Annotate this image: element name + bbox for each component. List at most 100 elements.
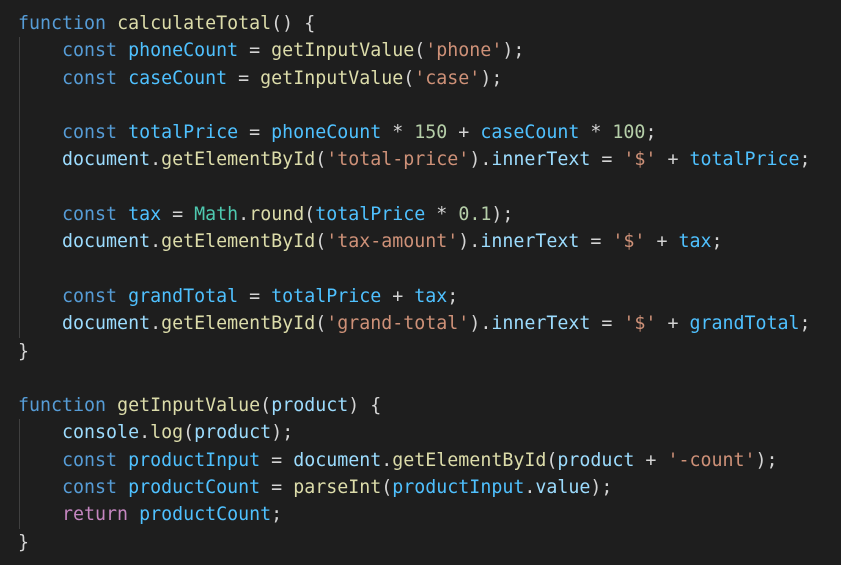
code-token: const <box>62 40 118 62</box>
code-token: () { <box>271 13 316 34</box>
code-token: = <box>238 122 272 144</box>
code-line[interactable]: return productCount; <box>18 501 811 529</box>
indent-guide <box>19 419 20 447</box>
code-token: tax <box>414 285 448 307</box>
code-token: Math <box>194 204 239 226</box>
code-line[interactable]: console.log(product); <box>18 419 811 447</box>
indent-guide <box>19 255 20 283</box>
code-token: = <box>260 477 294 499</box>
code-line[interactable]: ​ <box>18 173 811 202</box>
code-token: document <box>62 149 151 171</box>
code-token: productInput <box>392 477 525 499</box>
code-token: ( <box>381 477 393 499</box>
code-token: getElementById <box>392 449 547 471</box>
code-line[interactable]: } <box>18 529 811 556</box>
code-line[interactable]: ​ <box>18 255 811 283</box>
code-token: totalPrice <box>271 285 382 307</box>
code-line[interactable]: const phoneCount = getInputValue('phone'… <box>18 37 811 65</box>
code-token: 0.1 <box>458 204 492 226</box>
code-token: } <box>18 531 30 553</box>
code-content[interactable]: function calculateTotal() { const phoneC… <box>18 10 811 556</box>
code-line[interactable]: const grandTotal = totalPrice + tax; <box>18 282 811 311</box>
code-token: + <box>656 313 690 335</box>
indentation <box>18 504 62 525</box>
code-token: round <box>249 204 305 226</box>
code-token: ); <box>755 449 778 471</box>
code-editor[interactable]: function calculateTotal() { const phoneC… <box>0 0 841 565</box>
code-token: document <box>62 313 151 335</box>
code-token: ; <box>799 149 811 171</box>
indent-guide <box>19 282 20 311</box>
code-token: log <box>150 422 184 444</box>
code-token: ( <box>546 449 558 471</box>
code-line[interactable]: document.getElementById('tax-amount').in… <box>18 228 811 256</box>
indent-guide <box>19 474 20 502</box>
code-line[interactable]: ​ <box>18 91 811 120</box>
code-token: grandTotal <box>128 285 239 307</box>
indent-guide <box>19 201 20 229</box>
code-token: phoneCount <box>271 122 382 144</box>
code-line[interactable]: function calculateTotal() { <box>18 10 811 37</box>
code-token: getInputValue <box>117 395 261 417</box>
code-token: . <box>524 477 536 499</box>
code-token: productCount <box>128 477 261 499</box>
code-token: = <box>227 67 261 89</box>
code-token: innerText <box>491 149 591 171</box>
code-token: getInputValue <box>271 40 415 62</box>
indent-guide <box>19 228 20 256</box>
code-token: = <box>590 313 624 335</box>
code-token: function <box>18 395 107 417</box>
indentation <box>18 95 62 116</box>
code-line[interactable]: const productInput = document.getElement… <box>18 446 811 475</box>
code-token: tax <box>678 231 712 253</box>
indentation <box>18 286 62 307</box>
indentation <box>18 313 62 334</box>
code-line[interactable]: const productCount = parseInt(productInp… <box>18 474 811 502</box>
code-token: phoneCount <box>128 40 239 62</box>
code-line[interactable]: const caseCount = getInputValue('case'); <box>18 64 811 92</box>
code-token: ); <box>480 67 503 89</box>
code-line[interactable]: } <box>18 338 811 365</box>
code-line[interactable]: ​ <box>18 365 811 392</box>
indent-guide <box>19 173 20 202</box>
code-line[interactable]: const totalPrice = phoneCount * 150 + ca… <box>18 119 811 147</box>
indentation <box>18 122 62 143</box>
code-token: ). <box>458 231 481 253</box>
code-token: const <box>62 122 118 144</box>
code-token: + <box>634 449 668 471</box>
code-token: ); <box>491 204 514 226</box>
code-line[interactable]: function getInputValue(product) { <box>18 392 811 419</box>
code-token: ; <box>711 231 723 253</box>
code-token: ); <box>271 422 294 444</box>
code-token: + <box>447 122 481 144</box>
code-token: = <box>238 40 272 62</box>
indentation <box>18 149 62 170</box>
code-token: ( <box>183 422 195 444</box>
code-line[interactable]: document.getElementById('grand-total').i… <box>18 310 811 338</box>
code-token: caseCount <box>128 67 228 89</box>
code-line[interactable]: const tax = Math.round(totalPrice * 0.1)… <box>18 201 811 229</box>
indentation <box>18 177 62 198</box>
indent-guide <box>19 119 20 147</box>
indent-guide <box>19 501 20 529</box>
code-token: . <box>381 449 393 471</box>
code-token: 'tax-amount' <box>326 231 459 253</box>
code-token: const <box>62 285 118 307</box>
code-token: . <box>150 231 162 253</box>
code-token: console <box>62 422 140 444</box>
code-token: ( <box>304 204 316 226</box>
indentation <box>18 450 62 471</box>
code-token: return <box>62 504 129 526</box>
code-token: ( <box>315 313 327 335</box>
indentation <box>18 231 62 252</box>
code-token: = <box>238 285 272 307</box>
indentation <box>18 422 62 443</box>
code-token: . <box>139 422 151 444</box>
code-line[interactable]: document.getElementById('total-price').i… <box>18 146 811 174</box>
